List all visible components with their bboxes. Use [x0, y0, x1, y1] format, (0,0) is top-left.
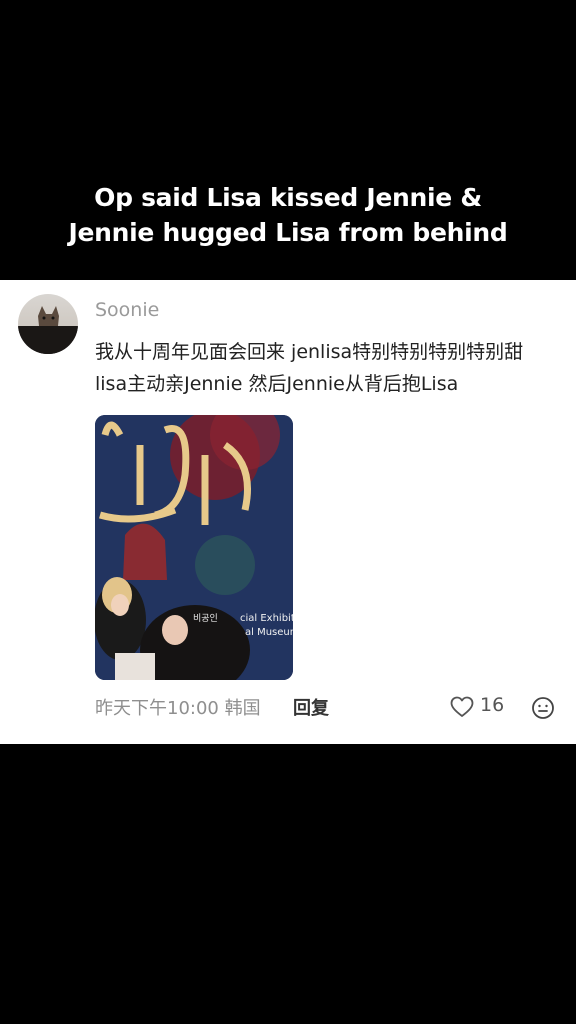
sign-text-museum: al Museum	[245, 627, 293, 638]
smiley-face-icon[interactable]	[531, 696, 555, 720]
video-caption: Op said Lisa kissed Jennie & Jennie hugg…	[0, 180, 576, 250]
comment-card: Soonie 我从十周年见面会回来 jenlisa特别特别特别特别甜 lisa主…	[0, 280, 576, 744]
like-count: 16	[480, 694, 505, 716]
caption-line-2: Jennie hugged Lisa from behind	[68, 218, 508, 247]
username[interactable]: Soonie	[95, 299, 159, 321]
avatar[interactable]	[18, 294, 78, 354]
comment-text: 我从十周年见面会回来 jenlisa特别特别特别特别甜 lisa主动亲Jenni…	[95, 336, 565, 400]
sign-text-korean: 비공인	[193, 614, 218, 624]
comment-text-line-1: 我从十周年见面会回来 jenlisa特别特别特别特别甜	[95, 341, 524, 363]
photo-illustration	[95, 415, 293, 680]
caption-line-1: Op said Lisa kissed Jennie &	[94, 183, 482, 212]
comment-text-line-2: lisa主动亲Jennie 然后Jennie从背后抱Lisa	[95, 373, 459, 395]
heart-outline-icon[interactable]	[450, 696, 474, 718]
reply-button[interactable]: 回复	[293, 694, 329, 720]
sign-text-exhibition: cial Exhibition	[240, 613, 293, 624]
comment-photo[interactable]: 비공인 cial Exhibition al Museum	[95, 415, 293, 680]
comment-timestamp: 昨天下午10:00 韩国	[95, 698, 261, 719]
cat-avatar-icon	[18, 306, 78, 354]
